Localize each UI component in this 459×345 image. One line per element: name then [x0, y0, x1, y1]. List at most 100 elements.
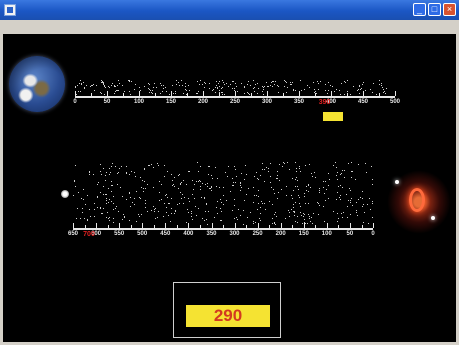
- star-dot: [312, 81, 314, 83]
- star-dot: [229, 84, 231, 86]
- star-dot: [262, 89, 264, 91]
- star-dot: [185, 184, 187, 186]
- minimize-button[interactable]: _: [413, 3, 426, 16]
- star-dot: [174, 213, 176, 215]
- star-dot: [239, 189, 241, 191]
- star-dot: [195, 206, 197, 208]
- star-dot: [305, 203, 307, 205]
- star-dot: [126, 172, 128, 174]
- star-dot: [349, 187, 351, 189]
- star-dot: [318, 213, 320, 215]
- star-dot: [103, 167, 105, 169]
- star-dot: [337, 179, 338, 181]
- maximize-button[interactable]: □: [428, 3, 441, 16]
- star-dot: [274, 81, 276, 83]
- ruler-tick: [347, 93, 348, 96]
- star-dot: [276, 175, 278, 177]
- star-dot: [85, 204, 86, 206]
- star-dot: [222, 92, 224, 94]
- star-dot: [331, 85, 333, 87]
- star-dot: [294, 90, 296, 92]
- star-dot: [267, 85, 269, 87]
- star-dot: [194, 183, 196, 185]
- star-dot: [148, 88, 150, 90]
- ruler-tick-label: 50: [346, 231, 354, 237]
- distance-field[interactable]: [323, 112, 343, 121]
- star-dot: [201, 197, 202, 199]
- star-dot: [223, 83, 225, 85]
- star-dot: [286, 87, 288, 88]
- star-dot: [323, 221, 325, 223]
- star-dot: [326, 189, 328, 191]
- star-dot: [178, 85, 180, 86]
- ruler-line: [73, 228, 373, 230]
- star-dot: [137, 213, 139, 215]
- star-dot: [323, 187, 325, 189]
- star-dot: [111, 201, 113, 202]
- star-dot: [141, 180, 143, 182]
- star-dot: [190, 215, 192, 217]
- ruler-tick-label: 450: [160, 231, 171, 237]
- close-button[interactable]: ×: [443, 3, 456, 16]
- star-dot: [151, 164, 153, 166]
- star-dot: [82, 82, 84, 84]
- star-dot: [136, 220, 138, 222]
- star-dot: [335, 88, 337, 90]
- star-dot: [194, 197, 196, 199]
- star-dot: [165, 194, 167, 196]
- star-dot: [203, 87, 205, 89]
- ruler-tick-label: 100: [321, 231, 332, 237]
- star-dot: [298, 197, 300, 199]
- star-dot: [242, 224, 244, 225]
- star-dot: [114, 84, 116, 86]
- star-dot: [185, 83, 187, 85]
- ruler-tick: [119, 223, 121, 228]
- star-dot: [93, 173, 95, 175]
- star-dot: [291, 194, 293, 196]
- star-dot: [234, 217, 236, 219]
- star-dot: [296, 179, 298, 181]
- ruler-tick: [187, 93, 188, 96]
- star-dot: [195, 92, 197, 94]
- star-dot: [231, 87, 233, 89]
- star-dot: [311, 172, 313, 174]
- star-dot: [202, 183, 203, 185]
- star-dot: [352, 85, 354, 87]
- star-dot: [81, 197, 83, 199]
- star-dot: [166, 90, 167, 92]
- star-dot: [241, 83, 243, 85]
- star-dot: [271, 86, 273, 87]
- star-dot: [91, 84, 93, 86]
- star-dot: [350, 170, 352, 172]
- star-dot: [206, 183, 208, 185]
- star-dot: [258, 217, 260, 219]
- star-dot: [348, 162, 350, 164]
- star-dot: [215, 206, 217, 208]
- star-dot: [299, 203, 301, 205]
- ruler-tick-label: 350: [206, 231, 217, 237]
- star-dot: [109, 216, 111, 218]
- ruler-tick: [107, 91, 108, 96]
- star-dot: [112, 83, 113, 85]
- ruler-tick: [203, 91, 204, 96]
- star-dot: [350, 162, 352, 164]
- star-dot: [204, 83, 206, 85]
- star-dot: [139, 198, 141, 200]
- star-dot: [312, 222, 314, 224]
- star-dot: [357, 89, 359, 91]
- star-dot: [240, 214, 242, 216]
- star-dot: [195, 180, 197, 182]
- star-dot: [166, 171, 168, 173]
- star-dot: [333, 211, 334, 213]
- star-dot: [221, 93, 223, 95]
- star-dot: [265, 209, 267, 211]
- star-dot: [206, 185, 208, 187]
- star-dot: [100, 174, 102, 176]
- star-dot: [163, 88, 165, 90]
- star-dot: [274, 83, 276, 85]
- star-dot: [340, 185, 341, 187]
- star-dot: [93, 209, 95, 211]
- star-dot: [225, 200, 227, 202]
- star-dot: [177, 82, 179, 84]
- star-dot: [139, 87, 140, 89]
